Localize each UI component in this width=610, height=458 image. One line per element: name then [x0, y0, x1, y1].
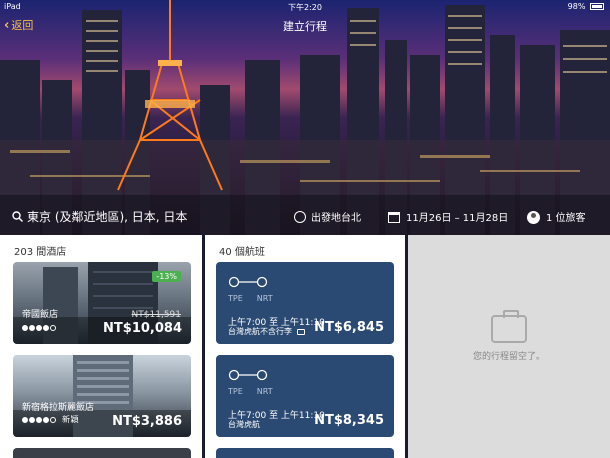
search-icon [12, 211, 23, 222]
clock: 下午2:20 [288, 3, 322, 12]
hotel-name: 新宿格拉斯麗飯店 [22, 403, 95, 413]
flight-card[interactable] [216, 448, 394, 458]
flight-price: NT$6,845 [314, 320, 384, 335]
flight-card[interactable]: TPE NRT 上午7:00 至 上午11:10 台灣虎航 NT$8,345 [216, 355, 394, 437]
hotel-price: NT$3,886 [112, 414, 182, 429]
hotel-price: NT$10,084 [103, 321, 182, 336]
battery-indicator: 98% [568, 2, 604, 11]
page-title: 建立行程 [283, 20, 327, 33]
star-icon [36, 416, 42, 423]
location-arrow-icon [294, 211, 306, 223]
airline-text: 台灣虎航不含行李 [228, 327, 292, 336]
luggage-icon [296, 329, 305, 335]
route-icon [228, 369, 268, 381]
navigation-bar: ‹ 返回 建立行程 [0, 14, 610, 36]
calendar-icon [388, 212, 400, 223]
star-icon [43, 324, 49, 331]
battery-percent: 98% [567, 2, 586, 11]
origin-code: TPE [228, 387, 243, 396]
trip-column: 您的行程留空了。 [408, 235, 610, 458]
airline-name: 台灣虎航 [228, 420, 260, 429]
hotel-card[interactable]: 新宿格拉斯麗飯店 新穎 NT$3,886 [13, 355, 191, 437]
route-icon [228, 276, 268, 288]
trip-search-bar: 東京 (及鄰近地區), 日本, 日本 出發地台北 11月26日 – 11月28日… [0, 203, 610, 229]
hotels-column: 203 間酒店 -13% 帝國飯店 NT$11,591 NT$10,084 新宿… [0, 235, 202, 458]
flights-column: 40 個航班 TPE NRT 上午7:00 至 上午11:10 台灣虎航不含行李 … [205, 235, 405, 458]
date-range-text: 11月26日 – 11月28日 [406, 213, 509, 224]
flight-price: NT$8,345 [314, 413, 384, 428]
person-icon [527, 211, 540, 224]
empty-trip-message: 您的行程留空了。 [472, 352, 545, 362]
travelers-field[interactable]: 1 位旅客 [527, 209, 586, 224]
star-icon [22, 324, 28, 331]
date-range-field[interactable]: 11月26日 – 11月28日 [388, 209, 508, 224]
route-codes: TPE NRT [228, 387, 287, 396]
origin-code: TPE [228, 294, 243, 303]
star-rating: 新穎 [22, 414, 79, 425]
suitcase-icon [491, 310, 527, 343]
battery-icon [590, 3, 604, 10]
destination-field[interactable]: 東京 (及鄰近地區), 日本, 日本 [12, 208, 187, 225]
flight-card[interactable]: TPE NRT 上午7:00 至 上午11:10 台灣虎航不含行李 NT$6,84… [216, 262, 394, 344]
hotel-name: 帝國飯店 [22, 310, 59, 320]
star-icon [29, 416, 35, 423]
departure-text: 出發地台北 [311, 213, 361, 224]
star-icon [29, 324, 35, 331]
destination-code: NRT [256, 387, 273, 396]
star-empty-icon [50, 416, 56, 423]
hotel-tag: 新穎 [62, 415, 80, 424]
travelers-text: 1 位旅客 [546, 213, 586, 224]
star-icon [22, 416, 28, 423]
star-empty-icon [50, 324, 56, 331]
destination-text: 東京 (及鄰近地區), 日本, 日本 [27, 210, 188, 224]
destination-code: NRT [256, 294, 273, 303]
star-icon [36, 324, 42, 331]
hotel-card[interactable]: -13% 帝國飯店 NT$11,591 NT$10,084 [13, 262, 191, 344]
star-icon [43, 416, 49, 423]
departure-field[interactable]: 出發地台北 [294, 209, 361, 224]
status-bar: iPad 下午2:20 98% [0, 0, 610, 14]
empty-trip-state: 您的行程留空了。 [408, 310, 610, 362]
hotel-card[interactable] [13, 448, 191, 458]
original-price: NT$11,591 [131, 310, 181, 320]
discount-badge: -13% [152, 271, 181, 282]
star-rating [22, 323, 57, 332]
airline-name: 台灣虎航不含行李 [228, 326, 305, 337]
hotels-count: 203 間酒店 [14, 247, 67, 258]
flights-count: 40 個航班 [219, 247, 265, 258]
route-codes: TPE NRT [228, 294, 287, 303]
